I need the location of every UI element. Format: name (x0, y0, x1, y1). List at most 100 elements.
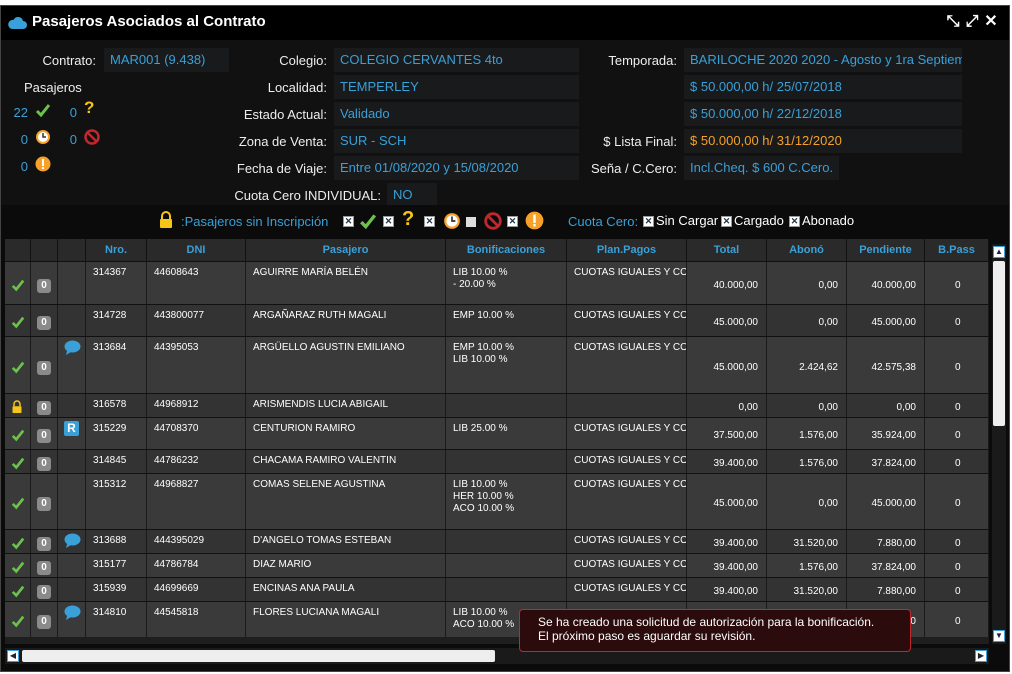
r-badge-icon[interactable]: R (64, 421, 79, 436)
fecha-value: Entre 01/08/2020 y 15/08/2020 (334, 156, 579, 180)
cell-plan (567, 394, 687, 417)
horizontal-scroll-thumb[interactable] (22, 650, 495, 662)
cell-extra (58, 262, 86, 304)
value-bpass: 0 (955, 562, 961, 573)
cell-badge: 0 (31, 554, 58, 577)
sena-value: Incl.Cheq. $ 600 C.Cero. (684, 156, 839, 180)
zero-badge: 0 (37, 615, 51, 629)
bonificacion-line: LIB 10.00 % (453, 267, 508, 278)
scroll-left-icon[interactable]: ◀ (7, 650, 19, 662)
cell-total: 45.000,00 (687, 474, 767, 529)
collapse-icon[interactable]: ⤡ (944, 13, 962, 31)
scroll-down-icon[interactable]: ▼ (993, 630, 1005, 642)
cell-badge: 0 (31, 262, 58, 304)
filter-checkbox-abonado[interactable]: ✕ (789, 216, 800, 227)
chat-icon[interactable] (64, 533, 81, 548)
cell-bpass: 0 (925, 337, 989, 393)
cell-bpass: 0 (925, 262, 989, 304)
cell-bpass: 0 (925, 554, 989, 577)
table-row[interactable]: 0 315939 44699669 ENCINAS ANA PAULA CUOTAS I… (5, 577, 989, 601)
cell-status (5, 262, 31, 304)
filter-checkbox-warn[interactable]: ✕ (507, 216, 518, 227)
table-row[interactable]: 0 315177 44786784 DIAZ MARIO CUOTAS IGUALES … (5, 553, 989, 577)
cell-pend: 7.880,00 (847, 530, 925, 553)
value-total: 39.400,00 (713, 586, 759, 597)
cell-bonif (446, 450, 567, 473)
table-row[interactable]: 0 R 315229 44708370 CENTURION RAMIRO LIB 25.0… (5, 417, 989, 449)
cell-pend: 42.575,38 (847, 337, 925, 393)
expand-icon[interactable]: ⤢ (963, 13, 981, 31)
text-dni: 44708370 (154, 423, 199, 434)
vertical-scroll-thumb[interactable] (993, 261, 1005, 426)
cell-bpass: 0 (925, 305, 989, 336)
notification-toast[interactable]: Se ha creado una solicitud de autorizaci… (519, 609, 911, 652)
cell-total: 39.400,00 (687, 530, 767, 553)
close-icon[interactable]: ✕ (982, 13, 1000, 31)
table-row[interactable]: 0 313688 444395029 D'ANGELO TOMAS ESTEBAN CU… (5, 529, 989, 553)
chat-icon[interactable] (64, 340, 81, 355)
table-row[interactable]: 0 314845 44786232 CHACAMA RAMIRO VALENTIN CU… (5, 449, 989, 473)
cell-abono: 2.424,62 (767, 337, 847, 393)
value-pend: 37.824,00 (871, 458, 917, 469)
column-header[interactable]: Pendiente (847, 239, 925, 261)
table-row[interactable]: 0 315312 44968827 COMAS SELENE AGUSTINA LIB … (5, 473, 989, 529)
cell-plan: CUOTAS IGUALES Y CO! (567, 305, 687, 336)
scroll-up-icon[interactable]: ▲ (993, 246, 1005, 258)
column-header[interactable]: B.Pass (925, 239, 989, 261)
value-bpass: 0 (955, 498, 961, 509)
cell-total: 39.400,00 (687, 578, 767, 601)
text-pasajero: COMAS SELENE AGUSTINA (253, 479, 386, 490)
check-icon (11, 457, 25, 470)
blocked-icon (484, 212, 502, 230)
table-row[interactable]: 0 316578 44968912 ARISMENDIS LUCIA ABIGAIL 0… (5, 393, 989, 417)
cell-dni: 44786784 (147, 554, 246, 577)
table-row[interactable]: 0 313684 44395053 ARGÜELLO AGUSTIN EMILIANO… (5, 336, 989, 393)
value-total: 39.400,00 (713, 458, 759, 469)
filter-checkbox-clock[interactable]: ✕ (424, 216, 435, 227)
cell-extra (58, 305, 86, 336)
filter-checkbox-ok[interactable]: ✕ (343, 216, 354, 227)
value-bpass: 0 (955, 586, 961, 597)
warning-icon (35, 156, 51, 172)
text-plan: CUOTAS IGUALES Y CO! (574, 583, 687, 594)
cell-abono: 31.520,00 (767, 530, 847, 553)
cell-badge: 0 (31, 474, 58, 529)
cloud-icon (8, 16, 27, 29)
window-title: Pasajeros Asociados al Contrato (32, 13, 266, 30)
cell-status (5, 337, 31, 393)
cell-badge: 0 (31, 394, 58, 417)
cell-dni: 44786232 (147, 450, 246, 473)
column-header[interactable]: DNI (147, 239, 246, 261)
cell-pend: 0,00 (847, 394, 925, 417)
cell-bonif: LIB 10.00 % - 20.00 % (446, 262, 567, 304)
legend-sin-cargar: Sin Cargar (656, 213, 719, 228)
column-header[interactable]: Nro. (86, 239, 147, 261)
vertical-scrollbar[interactable]: ▲ ▼ (992, 244, 1006, 644)
column-header[interactable]: Plan.Pagos (567, 239, 687, 261)
column-header[interactable]: Total (687, 239, 767, 261)
value-total: 39.400,00 (713, 562, 759, 573)
cell-pasajero: COMAS SELENE AGUSTINA (246, 474, 446, 529)
cell-nro: 316578 (86, 394, 147, 417)
column-header[interactable]: Abonó (767, 239, 847, 261)
table-row[interactable]: 0 314367 44608643 AGUIRRE MARÍA BELÉN LIB 10… (5, 261, 989, 304)
value-total: 0,00 (738, 402, 758, 413)
column-header[interactable]: Bonificaciones (446, 239, 567, 261)
column-header[interactable]: Pasajero (246, 239, 446, 261)
filter-checkbox-cargado[interactable]: ✕ (721, 216, 732, 227)
cell-bonif (446, 554, 567, 577)
text-pasajero: CHACAMA RAMIRO VALENTIN (253, 455, 397, 466)
scroll-right-icon[interactable]: ▶ (975, 650, 987, 662)
value-abono: 31.520,00 (793, 586, 839, 597)
legend-bar: :Pasajeros sin Inscripción ✕ ✕ ? ✕ ✕ Cuo… (1, 205, 1009, 237)
value-total: 45.000,00 (713, 317, 759, 328)
chat-icon[interactable] (64, 605, 81, 620)
warning-icon (525, 211, 544, 230)
zero-badge: 0 (37, 316, 51, 330)
table-row[interactable]: 0 314728 443800077 ARGAÑARAZ RUTH MAGALI EMP… (5, 304, 989, 336)
localidad-label: Localidad: (267, 80, 327, 95)
cell-total: 39.400,00 (687, 450, 767, 473)
filter-checkbox-sin-cargar[interactable]: ✕ (643, 216, 654, 227)
filter-checkbox-pending[interactable]: ✕ (383, 216, 394, 227)
value-bpass: 0 (955, 430, 961, 441)
